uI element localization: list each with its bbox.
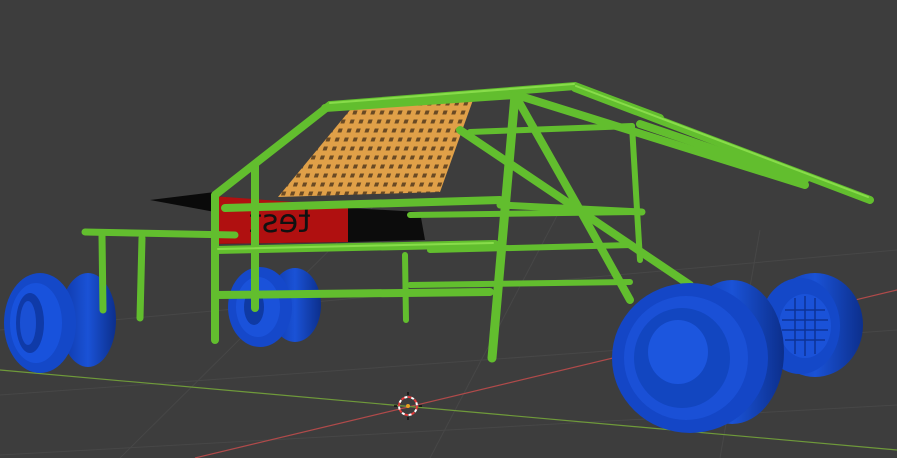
wheel-middle-far[interactable]	[228, 267, 321, 347]
scene-canvas[interactable]: test	[0, 0, 897, 458]
mesh-panel[interactable]	[278, 100, 473, 197]
wheel-front-near[interactable]	[612, 280, 784, 433]
3d-viewport[interactable]: test	[0, 0, 897, 458]
wheel-rear-far[interactable]	[4, 273, 116, 373]
3d-cursor-icon[interactable]	[394, 392, 422, 420]
